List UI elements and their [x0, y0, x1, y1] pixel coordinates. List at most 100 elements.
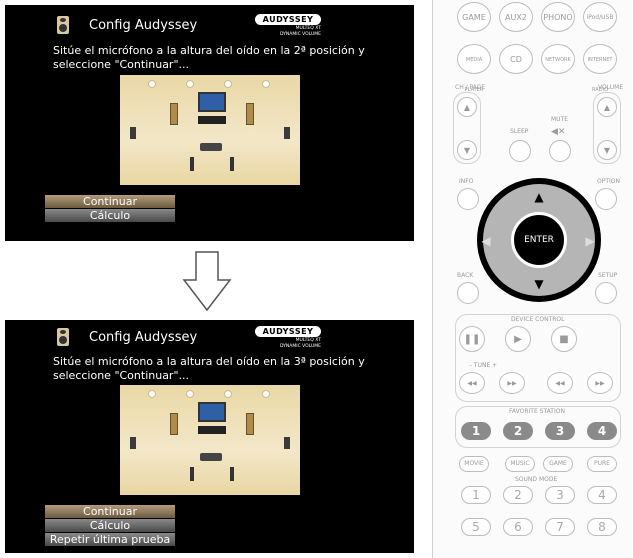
sound-mode-label: SOUND MODE [515, 476, 558, 483]
setup-label: SETUP [598, 272, 618, 279]
receiver-icon [198, 116, 226, 124]
enter-button[interactable]: ENTER [511, 212, 567, 268]
number-6-button[interactable]: 6 [503, 518, 533, 536]
tune-down-button[interactable]: ◀◀ [459, 372, 485, 394]
audyssey-logo: AUDYSSEY MULTEQ XT DYNAMIC VOLUME [255, 14, 321, 37]
screen-header: Config Audyssey AUDYSSEY MULTEQ XT DYNAM… [5, 320, 414, 354]
play-button[interactable]: ▶ [505, 326, 531, 352]
calculate-button[interactable]: Cálculo [45, 209, 175, 222]
info-label: INFO [459, 178, 474, 185]
continue-button[interactable]: Continuar [45, 505, 175, 518]
surround-speaker [284, 437, 290, 449]
repeat-last-test-button[interactable]: Repetir última prueba [45, 533, 175, 546]
skip-back-button[interactable]: ◀◀ [547, 372, 573, 394]
favorite-2-button[interactable]: 2 [503, 422, 533, 440]
favorite-1-button[interactable]: 1 [461, 422, 491, 440]
ch-page-up-button[interactable]: ▲ [457, 97, 477, 117]
mute-icon: ◀✕ [551, 127, 566, 137]
screen-header: Config Audyssey AUDYSSEY MULTEQ XT DYNAM… [5, 5, 414, 39]
volume-up-button[interactable]: ▲ [597, 97, 617, 117]
instruction-text: Sitúe el micrófono a la altura del oído … [53, 44, 365, 71]
source-aux2-button[interactable]: AUX2 [499, 2, 533, 32]
listener-icon [230, 157, 234, 171]
ch-page-down-button[interactable]: ▼ [457, 140, 477, 160]
cursor-down-button[interactable]: ▼ [531, 276, 547, 292]
position-dot [186, 390, 194, 398]
tune-up-button[interactable]: ▶▶ [499, 372, 525, 394]
mute-button[interactable] [549, 140, 571, 162]
mode-game-button[interactable]: GAME [543, 456, 573, 472]
sofa-icon [200, 143, 222, 151]
speaker-icon [57, 328, 69, 346]
cursor-right-button[interactable]: ▶ [582, 233, 598, 249]
favorite-4-button[interactable]: 4 [587, 422, 617, 440]
number-3-button[interactable]: 3 [545, 486, 575, 504]
stop-button[interactable]: ■ [551, 326, 577, 352]
number-7-button[interactable]: 7 [545, 518, 575, 536]
position-dot [262, 390, 270, 398]
volume-label: VOLUME [598, 84, 624, 91]
remote-control: GAME AUX2 PHONO iPod/USB MEDIA PLAYER CD… [432, 0, 632, 558]
audyssey-screen-position-3: Config Audyssey AUDYSSEY MULTEQ XT DYNAM… [5, 320, 414, 553]
source-cd-button[interactable]: CD [499, 44, 533, 74]
front-left-speaker [170, 413, 178, 435]
source-game-button[interactable]: GAME [457, 2, 491, 32]
setup-button[interactable] [595, 282, 617, 304]
number-2-button[interactable]: 2 [503, 486, 533, 504]
arrow-down-icon [182, 251, 232, 312]
source-network-button[interactable]: NETWORK [541, 44, 575, 74]
number-1-button[interactable]: 1 [461, 486, 491, 504]
back-label: BACK [457, 272, 474, 279]
calculate-button[interactable]: Cálculo [45, 519, 175, 532]
speaker-icon [57, 16, 69, 34]
cursor-left-button[interactable]: ◀ [478, 233, 494, 249]
ch-page-label: CH / PAGE [455, 84, 486, 91]
room-layout-diagram [120, 385, 300, 495]
listener-icon [190, 157, 194, 171]
audyssey-logo: AUDYSSEY MULTEQ XT DYNAMIC VOLUME [255, 326, 321, 349]
tv-icon [198, 92, 226, 112]
sleep-button[interactable] [509, 140, 531, 162]
cursor-up-button[interactable]: ▲ [531, 189, 547, 205]
pause-button[interactable]: ❚❚ [459, 326, 485, 352]
info-button[interactable] [457, 188, 479, 210]
favorite-station-label: FAVORITE STATION [509, 408, 565, 415]
favorite-3-button[interactable]: 3 [545, 422, 575, 440]
audyssey-screen-position-2: Config Audyssey AUDYSSEY MULTEQ XT DYNAM… [5, 5, 414, 241]
front-right-speaker [246, 103, 254, 125]
device-control-label: DEVICE CONTROL [511, 316, 565, 323]
option-button[interactable] [595, 188, 617, 210]
position-dot [148, 390, 156, 398]
page-title: Config Audyssey [89, 330, 198, 345]
volume-down-button[interactable]: ▼ [597, 140, 617, 160]
instruction-text: Sitúe el micrófono a la altura del oído … [53, 355, 365, 382]
position-dot [224, 80, 232, 88]
mode-movie-button[interactable]: MOVIE [459, 456, 489, 472]
surround-speaker [130, 437, 136, 449]
source-phono-button[interactable]: PHONO [541, 2, 575, 32]
skip-forward-button[interactable]: ▶▶ [587, 372, 613, 394]
mute-label: MUTE [551, 116, 569, 123]
surround-speaker [284, 127, 290, 139]
position-dot [148, 80, 156, 88]
option-label: OPTION [597, 178, 620, 185]
continue-button[interactable]: Continuar [45, 195, 175, 208]
front-left-speaker [170, 103, 178, 125]
sleep-label: SLEEP [510, 128, 529, 135]
source-ipod-button[interactable]: iPod/USB [583, 2, 617, 32]
tune-label: – TUNE + [469, 362, 498, 369]
number-5-button[interactable]: 5 [461, 518, 491, 536]
position-dot [186, 80, 194, 88]
position-dot [262, 80, 270, 88]
listener-icon [190, 467, 194, 481]
receiver-icon [198, 426, 226, 434]
source-media-player-button[interactable]: MEDIA PLAYER [457, 44, 491, 93]
mode-pure-button[interactable]: PURE [587, 456, 617, 472]
number-8-button[interactable]: 8 [587, 518, 617, 536]
source-internet-radio-button[interactable]: INTERNET RADIO [583, 44, 617, 93]
mode-music-button[interactable]: MUSIC [505, 456, 535, 472]
back-button[interactable] [457, 282, 479, 304]
tv-icon [198, 402, 226, 422]
number-4-button[interactable]: 4 [587, 486, 617, 504]
front-right-speaker [246, 413, 254, 435]
